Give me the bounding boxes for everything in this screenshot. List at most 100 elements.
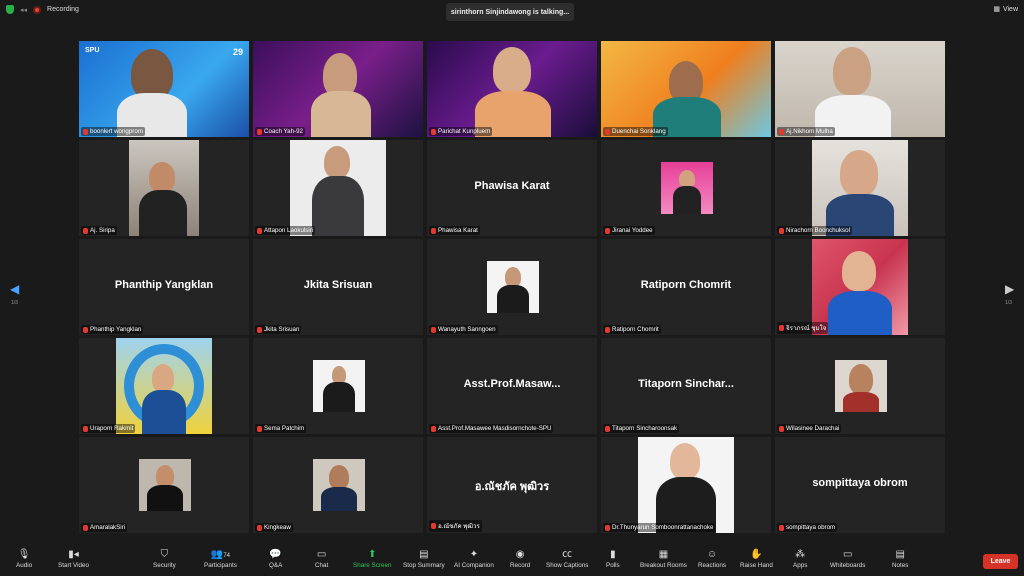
leave-button[interactable]: Leave — [983, 554, 1018, 569]
participant-tile[interactable]: Phawisa Karat Phawisa Karat — [427, 140, 597, 236]
participant-name-label: Uraporn Rakmit — [81, 424, 136, 433]
participant-tile[interactable]: Ratiporn Chomrit Ratiporn Chomrit — [601, 239, 771, 335]
participant-name-label: Asst.Prof.Masawee Masdisornchote-SPU — [429, 424, 554, 433]
show-captions-button[interactable]: ㏄ Show Captions — [546, 548, 588, 569]
hand-icon: ✋ — [750, 549, 763, 560]
participant-tile[interactable]: Jiranai Yoddee — [601, 140, 771, 236]
participant-name-label: จิราภรณ์ ชุมใจ — [777, 322, 829, 334]
participant-tile[interactable]: อ.ณัชภัค พุฒิวร อ.ณัชภัค พุฒิวร — [427, 437, 597, 533]
sparkle-icon: ✦ — [469, 549, 479, 560]
video-feed — [116, 338, 212, 434]
participant-tile[interactable]: Wilasinee Darachai — [775, 338, 945, 434]
participant-name-label: Nirachorn Boonchuksol — [777, 226, 852, 235]
participant-display-name: Ratiporn Chomrit — [640, 279, 732, 291]
muted-mic-icon — [431, 326, 436, 333]
view-label: View — [1002, 5, 1018, 13]
polls-button[interactable]: ▮ Polls — [606, 548, 620, 569]
muted-mic-icon — [83, 128, 88, 135]
share-screen-icon: ⬆ — [368, 549, 377, 560]
participant-name-label: sompittaya obrom — [777, 523, 838, 532]
participant-display-name: อ.ณัชภัค พุฒิวร — [474, 481, 550, 493]
participant-name-label: Wanayuth Sanngoen — [429, 325, 498, 334]
participant-body — [323, 382, 355, 412]
muted-mic-icon — [779, 524, 784, 531]
start-video-button[interactable]: ▮◂ Start Video — [58, 548, 89, 569]
ai-companion-button[interactable]: ✦ AI Companion — [454, 548, 494, 569]
event-date: 29 — [232, 47, 243, 57]
participant-face — [324, 146, 350, 178]
muted-mic-icon — [83, 227, 88, 234]
reactions-button[interactable]: ☺ Reactions — [698, 548, 726, 569]
summary-icon: ▤ — [419, 549, 429, 560]
view-button[interactable]: ▦ View — [993, 5, 1018, 14]
participant-name-label: อ.ณัชภัค พุฒิวร — [429, 520, 482, 532]
participant-tile[interactable]: sompittaya obrom sompittaya obrom — [775, 437, 945, 533]
video-gallery: SPU 29 boonlert wongprom Coach Yah-92 Pa… — [79, 41, 945, 535]
participant-tile[interactable]: Phanthip Yangklan Phanthip Yangklan — [79, 239, 249, 335]
participant-face — [842, 251, 876, 291]
participant-tile[interactable]: Aj.Nikhom Mulha — [775, 41, 945, 137]
recording-icon[interactable] — [33, 5, 42, 14]
apps-button[interactable]: ⁂ Apps — [793, 548, 807, 569]
participant-tile[interactable]: Parichat Kunpluem — [427, 41, 597, 137]
breakout-rooms-icon: ▦ — [658, 549, 669, 560]
participant-tile[interactable]: Titaporn Sinchar... Titaporn Sincharoons… — [601, 338, 771, 434]
muted-mic-icon — [257, 227, 262, 234]
next-page-number: 1/3 — [1005, 300, 1012, 306]
participant-tile[interactable]: Kingkeaw — [253, 437, 423, 533]
video-feed — [812, 140, 908, 236]
participant-display-name: Jkita Srisuan — [303, 279, 373, 291]
participant-tile[interactable]: Jkita Srisuan Jkita Srisuan — [253, 239, 423, 335]
participant-tile[interactable]: SPU 29 boonlert wongprom — [79, 41, 249, 137]
prev-page-number: 1/3 — [11, 300, 18, 306]
raise-hand-button[interactable]: ✋ Raise Hand — [740, 548, 773, 569]
participant-tile[interactable]: AmaralakSiri — [79, 437, 249, 533]
participant-body — [321, 487, 357, 511]
qa-button[interactable]: 💬 Q&A — [269, 548, 282, 569]
muted-mic-icon — [779, 425, 784, 432]
participant-tile[interactable]: Aj. Siripa — [79, 140, 249, 236]
shield-icon[interactable] — [6, 5, 14, 14]
muted-mic-icon — [605, 524, 610, 531]
share-screen-button[interactable]: ⬆ Share Screen — [353, 548, 392, 569]
stop-summary-button[interactable]: ▤ Stop Summary — [403, 548, 445, 569]
participant-face — [849, 364, 873, 394]
participant-body — [497, 285, 529, 313]
breakout-rooms-button[interactable]: ▦ Breakout Rooms — [640, 548, 687, 569]
participant-body — [311, 91, 371, 137]
muted-mic-icon — [257, 524, 262, 531]
prev-page-arrow-icon[interactable]: ◀ — [10, 282, 19, 296]
muted-mic-icon — [779, 325, 784, 331]
security-button[interactable]: ⛉ Security — [153, 548, 176, 569]
video-feed — [638, 437, 734, 533]
participant-tile[interactable]: Nirachorn Boonchuksol — [775, 140, 945, 236]
notes-icon: ▤ — [895, 549, 905, 560]
participant-tile[interactable]: Coach Yah-92 — [253, 41, 423, 137]
chat-button[interactable]: ▭ Chat — [315, 548, 328, 569]
record-button[interactable]: ◉ Record — [510, 548, 530, 569]
participant-tile[interactable]: Dr.Thunyarun Somboonrattanachoke — [601, 437, 771, 533]
participant-tile[interactable]: จิราภรณ์ ชุมใจ — [775, 239, 945, 335]
sound-icon: ◂◂ — [20, 6, 28, 14]
participant-body — [142, 390, 186, 434]
participant-tile[interactable]: Attapon Laokulsiri — [253, 140, 423, 236]
participant-name-label: Jkita Srisuan — [255, 325, 302, 334]
notes-button[interactable]: ▤ Notes — [892, 548, 908, 569]
participant-body — [147, 485, 183, 511]
participant-name-label: Aj.Nikhom Mulha — [777, 127, 835, 136]
participant-tile[interactable]: Wanayuth Sanngoen — [427, 239, 597, 335]
participant-body — [828, 291, 892, 335]
video-feed — [313, 360, 365, 412]
participant-tile[interactable]: Uraporn Rakmit — [79, 338, 249, 434]
participant-tile[interactable]: Asst.Prof.Masaw... Asst.Prof.Masawee Mas… — [427, 338, 597, 434]
participant-tile[interactable]: Duenchai Sonklang — [601, 41, 771, 137]
muted-mic-icon — [605, 128, 610, 135]
participant-tile[interactable]: Sema Patchim — [253, 338, 423, 434]
next-page-arrow-icon[interactable]: ▶ — [1005, 282, 1014, 296]
audio-button[interactable]: 🎙 Audio — [16, 548, 32, 569]
participants-button[interactable]: 👥74 Participants — [204, 548, 237, 569]
participant-name-label: Sema Patchim — [255, 424, 307, 433]
video-feed — [835, 360, 887, 412]
whiteboards-button[interactable]: ▭ Whiteboards — [830, 548, 865, 569]
participant-name-label: Coach Yah-92 — [255, 127, 305, 136]
